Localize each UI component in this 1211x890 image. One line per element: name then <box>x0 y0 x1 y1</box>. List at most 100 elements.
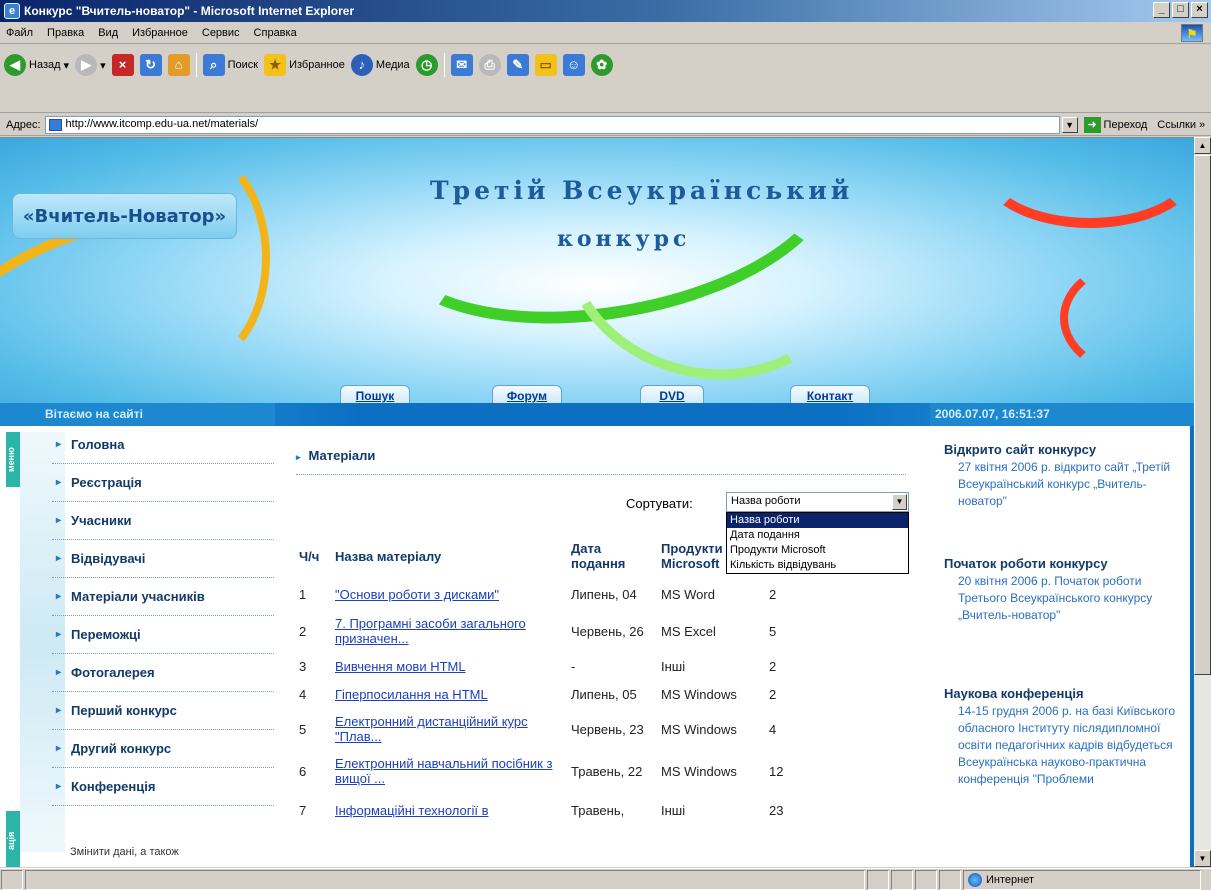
status-text-cell <box>25 870 865 890</box>
sidebar-item-first-contest[interactable]: ▸ Перший конкурс <box>52 692 274 730</box>
sidebar-item-participants[interactable]: ▸ Учасники <box>52 502 274 540</box>
left-sidebar: меню ація ▸ Головна ▸ Реєстрація ▸ Учасники… <box>0 426 276 867</box>
nav-forum[interactable]: Форум <box>492 385 562 403</box>
lower-tab[interactable]: ація <box>6 811 20 867</box>
sort-selected-value: Назва роботи <box>731 495 801 507</box>
messenger-icon[interactable]: ☺ <box>562 54 585 76</box>
sidebar-item-winners[interactable]: ▸ Переможці <box>52 616 274 654</box>
row-number: 4 <box>299 686 307 702</box>
nav-search[interactable]: Пошук <box>340 385 410 403</box>
page-status-icon <box>1 870 23 890</box>
menu-view[interactable]: Вид <box>98 27 118 39</box>
row-product: MS Windows <box>661 763 737 779</box>
row-title: Гіперпосилання на HTML <box>332 680 568 708</box>
forward-button[interactable]: ▶ ▾ <box>75 54 106 76</box>
favorites-button[interactable]: ★ Избранное <box>264 54 345 76</box>
material-link[interactable]: Інформаційні технології в <box>335 803 489 818</box>
sidebar-item-materials[interactable]: ▸ Матеріали учасників <box>52 578 274 616</box>
menu-edit[interactable]: Правка <box>47 27 84 39</box>
scroll-down-icon[interactable]: ▼ <box>1194 850 1211 867</box>
row-title: Вивчення мови HTML <box>332 652 568 680</box>
plugin-icon[interactable]: ✿ <box>590 54 613 76</box>
sort-dropdown-list: Назва роботи Дата подання Продукти Micro… <box>726 512 909 574</box>
material-link[interactable]: Вивчення мови HTML <box>335 659 466 674</box>
menu-tab[interactable]: меню <box>6 432 20 487</box>
ribbon-red-2 <box>1060 258 1194 378</box>
material-link[interactable]: Гіперпосилання на HTML <box>335 687 488 702</box>
row-title: Електронний дистанційний курс "Плав... <box>332 708 568 750</box>
address-label: Адрес: <box>6 118 41 131</box>
edit-icon[interactable]: ✎ <box>506 54 529 76</box>
menu-help[interactable]: Справка <box>254 27 297 39</box>
menu-tools[interactable]: Сервис <box>202 27 240 39</box>
address-dropdown-icon[interactable]: ▼ <box>1061 116 1078 133</box>
table-row: 7 Інформаційні технології в Травень, Інш… <box>296 792 806 828</box>
material-link[interactable]: "Основи роботи з дисками" <box>335 587 499 602</box>
material-link[interactable]: Електронний дистанційний курс "Плав... <box>335 714 528 744</box>
back-button[interactable]: ◀ Назад ▾ <box>4 54 69 76</box>
sidebar-item-registration[interactable]: ▸ Реєстрація <box>52 464 274 502</box>
row-date: Травень, <box>571 802 625 818</box>
sort-option[interactable]: Кількість відвідувань <box>727 558 908 573</box>
folder-icon[interactable]: ▭ <box>534 54 557 76</box>
zone-label: Интернет <box>986 874 1034 886</box>
row-number: 6 <box>299 763 307 779</box>
media-icon: ♪ <box>350 54 373 76</box>
sort-select[interactable]: Назва роботи ▼ <box>726 492 909 512</box>
sidebar-item-home[interactable]: ▸ Головна <box>52 426 274 464</box>
mail-icon[interactable]: ✉ <box>450 54 473 76</box>
sidebar-item-second-contest[interactable]: ▸ Другий конкурс <box>52 730 274 768</box>
banner-title-line2: конкурс <box>557 226 691 252</box>
row-visits: 2 <box>769 586 777 602</box>
chevron-down-icon: ▾ <box>100 59 106 72</box>
sort-label: Сортувати: <box>626 496 693 511</box>
nav-dvd[interactable]: DVD <box>640 385 704 403</box>
history-icon[interactable]: ◷ <box>415 54 438 76</box>
sidebar-item-gallery[interactable]: ▸ Фотогалерея <box>52 654 274 692</box>
search-button[interactable]: ⌕ Поиск <box>202 54 258 76</box>
chevron-down-icon[interactable]: ▼ <box>892 494 907 510</box>
menu-bar: Файл Правка Вид Избранное Сервис Справка… <box>0 22 1211 44</box>
row-date: Травень, 22 <box>571 763 643 779</box>
menu-favorites[interactable]: Избранное <box>132 27 188 39</box>
close-button[interactable]: × <box>1191 2 1208 18</box>
menu-file[interactable]: Файл <box>6 27 33 39</box>
minimize-button[interactable]: _ <box>1153 2 1170 18</box>
site-logo[interactable]: «Вчитель-Новатор» <box>12 193 237 239</box>
material-link[interactable]: 7. Програмні засоби загального призначен… <box>335 616 526 646</box>
news-title[interactable]: Відкрито сайт конкурсу <box>944 442 1184 457</box>
banner-title-line1: Третій Всеукраїнський <box>430 176 854 205</box>
news-title[interactable]: Початок роботи конкурсу <box>944 556 1184 571</box>
links-button[interactable]: Ссылки » <box>1157 119 1205 131</box>
scroll-up-icon[interactable]: ▲ <box>1194 137 1211 154</box>
refresh-icon[interactable]: ↻ <box>139 54 162 76</box>
print-icon[interactable]: ⎙ <box>478 54 501 76</box>
table-row: 4 Гіперпосилання на HTML Липень, 05 MS W… <box>296 680 806 708</box>
forward-arrow-icon: ▶ <box>75 54 98 76</box>
table-row: 5 Електронний дистанційний курс "Плав...… <box>296 708 806 750</box>
sidebar-item-label: Фотогалерея <box>71 665 155 680</box>
sort-option[interactable]: Назва роботи <box>727 513 908 528</box>
nav-contact[interactable]: Контакт <box>790 385 870 403</box>
sort-option[interactable]: Продукти Microsoft <box>727 543 908 558</box>
bullet-icon: ▸ <box>56 705 62 716</box>
bullet-icon: ▸ <box>56 591 62 602</box>
row-title: Інформаційні технології в <box>332 792 568 828</box>
news-title[interactable]: Наукова конференція <box>944 686 1184 701</box>
scroll-thumb[interactable] <box>1194 155 1211 675</box>
go-button[interactable]: ➜ Переход <box>1083 116 1147 133</box>
bullet-icon: ▸ <box>56 477 62 488</box>
maximize-button[interactable]: □ <box>1172 2 1189 18</box>
sidebar-item-visitors[interactable]: ▸ Відвідувачі <box>52 540 274 578</box>
stop-icon[interactable]: × <box>111 54 134 76</box>
address-input[interactable]: http://www.itcomp.edu-ua.net/materials/ <box>44 115 1060 134</box>
row-number: 7 <box>299 802 307 818</box>
media-button[interactable]: ♪ Медиа <box>350 54 410 76</box>
home-icon[interactable]: ⌂ <box>167 54 190 76</box>
col-title: Назва матеріалу <box>335 548 442 564</box>
material-link[interactable]: Електронний навчальний посібник з вищої … <box>335 756 552 786</box>
sidebar-item-conference[interactable]: ▸ Конференція <box>52 768 274 806</box>
vertical-scrollbar[interactable]: ▲ ▼ <box>1194 137 1211 867</box>
sort-option[interactable]: Дата подання <box>727 528 908 543</box>
bullet-icon: ▸ <box>296 452 301 462</box>
